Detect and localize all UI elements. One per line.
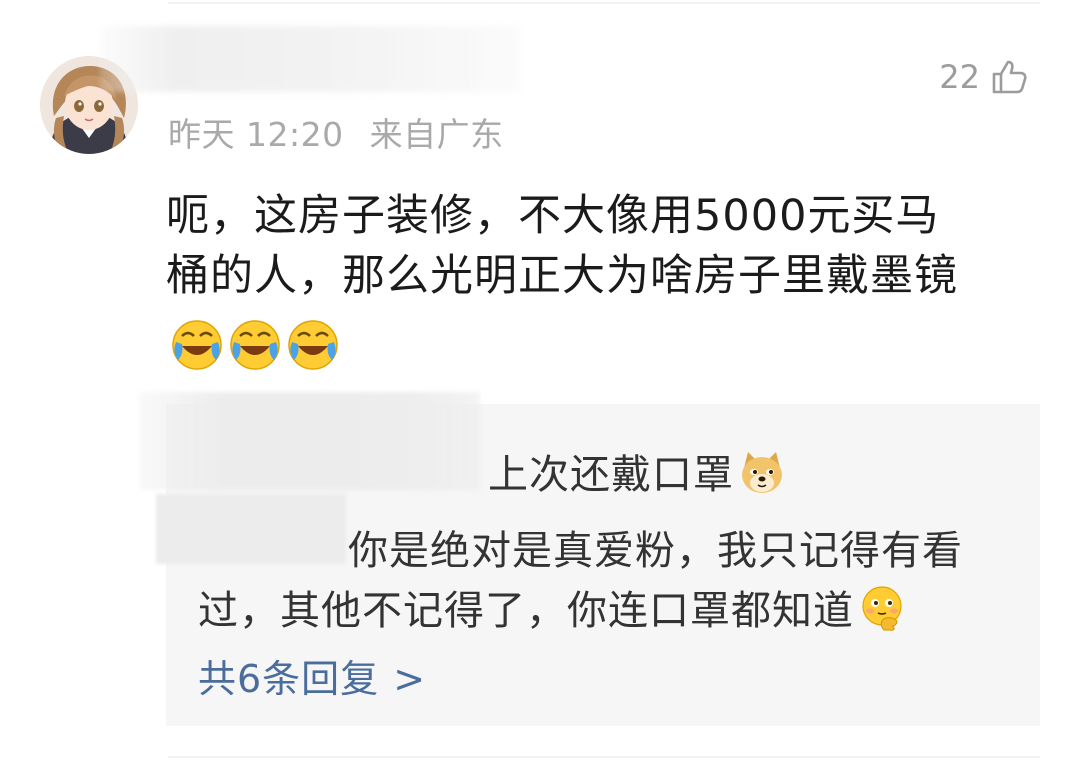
reply-username-redacted [140,392,480,490]
view-more-replies-link[interactable]: 共6条回复 > [198,648,426,703]
reply-username-redacted [156,494,346,564]
divider [168,2,1040,4]
like-count: 22 [939,58,980,96]
divider [168,756,1040,758]
laugh-cry-emoji-icon [230,320,280,370]
timestamp: 昨天 12:20 [168,115,344,154]
comment-meta: 昨天 12:20 来自广东 [168,108,504,156]
doge-emoji-icon [738,448,786,506]
comment-thread: 昨天 12:20 来自广东 22 呃，这房子装修，不大像用5000元买马 桶的人，… [0,0,1080,780]
comment-text-line: 呃，这房子装修，不大像用5000元买马 [166,191,940,241]
more-replies-label: 共6条回复 [198,657,380,701]
reply-text: 上次还戴口罩 [488,452,734,498]
comment-body: 呃，这房子装修，不大像用5000元买马 桶的人，那么光明正大为啥房子里戴墨镜 [166,186,1046,306]
reply-item: 上次还戴口罩 [488,442,786,506]
chevron-right-icon: > [393,657,427,701]
emoji-row [170,318,340,372]
comment-text-line: 桶的人，那么光明正大为啥房子里戴墨镜 [166,251,958,301]
username-redacted [100,26,520,92]
laugh-cry-emoji-icon [288,320,338,370]
reply-text-line: 你是绝对是真爱粉，我只记得有看 [348,528,963,574]
location: 来自广东 [369,115,504,154]
thinking-emoji-icon [858,584,906,642]
laugh-cry-emoji-icon [172,320,222,370]
reply-item: 过，其他不记得了，你连口罩都知道 [198,578,906,642]
like-button[interactable]: 22 [939,58,1028,96]
thumbs-up-icon [992,60,1027,94]
reply-text-line: 过，其他不记得了，你连口罩都知道 [198,588,854,634]
